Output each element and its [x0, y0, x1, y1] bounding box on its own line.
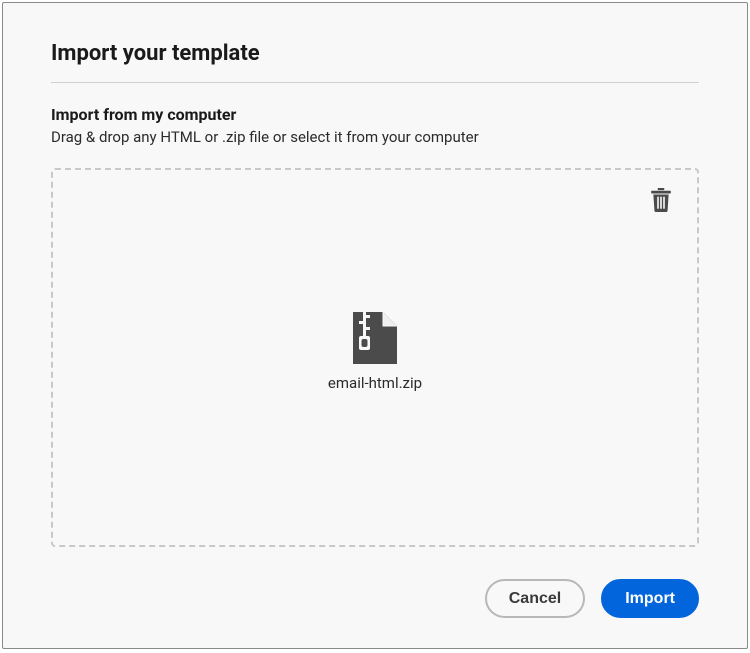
import-template-dialog: Import your template Import from my comp…	[2, 2, 748, 649]
divider	[51, 82, 699, 83]
delete-file-button[interactable]	[651, 188, 675, 212]
dialog-title: Import your template	[51, 41, 699, 66]
file-name-label: email-html.zip	[328, 374, 422, 392]
file-dropzone[interactable]: email-html.zip	[51, 168, 699, 547]
trash-icon	[651, 188, 675, 212]
section-description: Drag & drop any HTML or .zip file or sel…	[51, 128, 699, 146]
import-button[interactable]: Import	[601, 579, 699, 618]
zip-file-icon	[353, 312, 397, 364]
uploaded-file: email-html.zip	[328, 312, 422, 392]
section-title: Import from my computer	[51, 105, 699, 124]
dialog-footer: Cancel Import	[51, 547, 699, 618]
cancel-button[interactable]: Cancel	[485, 579, 585, 618]
